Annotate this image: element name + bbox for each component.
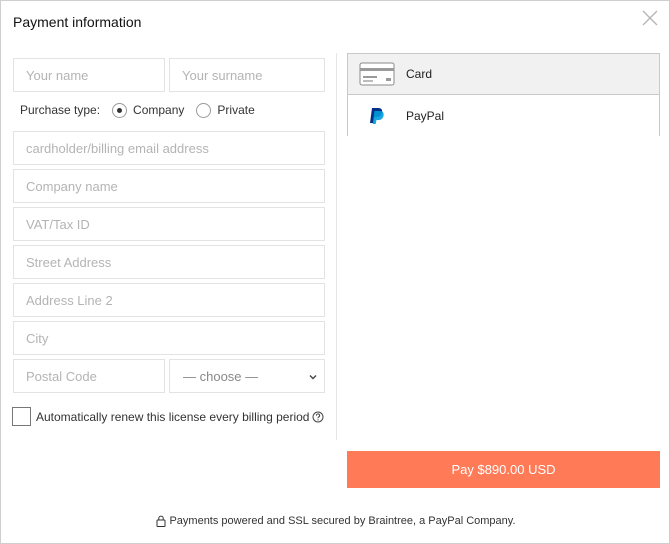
help-icon[interactable]: [312, 411, 324, 423]
auto-renew-label: Automatically renew this license every b…: [36, 409, 310, 424]
email-input[interactable]: [13, 131, 325, 165]
chevron-down-icon: [309, 375, 317, 380]
city-input[interactable]: [13, 321, 325, 355]
auto-renew-checkbox[interactable]: [12, 407, 31, 426]
payment-methods: Card PayPal: [347, 53, 660, 136]
street-address-input[interactable]: [13, 245, 325, 279]
payment-method-paypal-label: PayPal: [406, 108, 445, 123]
postal-code-input[interactable]: [13, 359, 165, 393]
payment-method-paypal[interactable]: PayPal: [348, 95, 659, 136]
country-select[interactable]: — choose —: [169, 359, 325, 393]
paypal-icon: [370, 107, 384, 124]
payment-dialog: Payment information Purchase type: Compa…: [0, 0, 670, 544]
security-note: Payments powered and SSL secured by Brai…: [1, 515, 670, 527]
payment-method-card-label: Card: [406, 67, 433, 81]
purchase-type-group: Purchase type: Company Private: [20, 102, 255, 118]
purchase-type-company-label: Company: [133, 103, 185, 117]
close-icon[interactable]: [641, 9, 659, 27]
first-name-input[interactable]: [13, 58, 165, 92]
column-divider: [336, 53, 337, 440]
country-select-value: — choose —: [183, 369, 259, 384]
purchase-type-private[interactable]: Private: [196, 102, 255, 118]
vat-input[interactable]: [13, 207, 325, 241]
pay-button[interactable]: Pay $890.00 USD: [347, 451, 660, 488]
security-note-text: Payments powered and SSL secured by Brai…: [169, 515, 516, 527]
purchase-type-private-label: Private: [217, 103, 255, 117]
payment-method-card[interactable]: Card: [348, 54, 659, 95]
purchase-type-label: Purchase type:: [20, 103, 101, 117]
radio-company[interactable]: [112, 102, 128, 118]
credit-card-icon: [359, 62, 395, 86]
radio-private[interactable]: [196, 102, 212, 118]
company-name-input[interactable]: [13, 169, 325, 203]
dialog-title: Payment information: [13, 14, 142, 30]
lock-icon: [156, 515, 166, 527]
surname-input[interactable]: [169, 58, 325, 92]
purchase-type-company[interactable]: Company: [112, 102, 185, 118]
auto-renew-row: Automatically renew this license every b…: [12, 407, 324, 426]
address-line-2-input[interactable]: [13, 283, 325, 317]
